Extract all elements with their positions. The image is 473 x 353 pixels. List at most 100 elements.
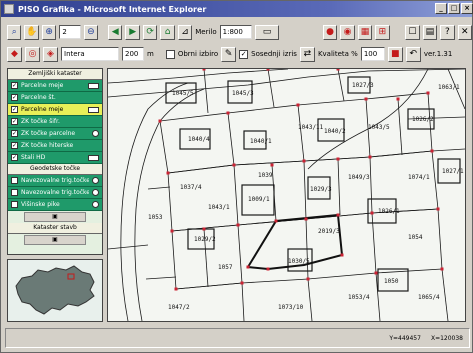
vertex-marker <box>226 111 230 115</box>
toolbar-row-1: ⌕ ✋ ⊕ 2 ⊖ ◀ ▶ ⟳ ⌂ ⊿ Merilo 1:800 ▭ ● ◉ ▦… <box>1 22 473 42</box>
select-icon[interactable]: ● <box>322 24 338 40</box>
layer-checkbox[interactable]: ✓ <box>11 106 18 113</box>
export-icon[interactable]: ⊞ <box>375 24 390 40</box>
vertex-marker <box>368 155 372 159</box>
app-icon <box>4 4 14 14</box>
close-button[interactable]: × <box>461 3 473 14</box>
layer-checkbox[interactable]: ✓ <box>11 154 18 161</box>
layer-label: Parcelne meje <box>21 106 64 113</box>
hand-pan-icon[interactable]: ✋ <box>24 24 39 40</box>
vertex-marker <box>306 277 310 281</box>
layer-target-icon[interactable]: ◎ <box>25 46 40 62</box>
point-checkbox[interactable] <box>11 189 18 196</box>
undo-icon[interactable]: ↶ <box>405 46 421 62</box>
radio-dot-icon[interactable] <box>92 189 99 196</box>
print-icon[interactable]: ▦ <box>357 24 373 40</box>
info-icon[interactable]: ◉ <box>340 24 355 40</box>
measure-icon[interactable]: ⊿ <box>177 24 193 40</box>
layer-checkbox[interactable]: ✓ <box>11 130 18 137</box>
browser-window: PISO Grafika - Microsoft Internet Explor… <box>0 0 473 353</box>
refresh-icon[interactable]: ⟳ <box>142 24 158 40</box>
help-icon[interactable]: ? <box>440 24 455 40</box>
point-checkbox[interactable] <box>11 177 18 184</box>
version-label: ver.1.31 <box>423 50 453 58</box>
refresh-layers-button[interactable]: ▣ <box>24 212 86 222</box>
quality-icon[interactable]: ⇄ <box>299 46 315 62</box>
layer-marker-icon[interactable]: ◈ <box>43 46 58 62</box>
layer-label: Stali HD <box>21 154 46 161</box>
zoom-level-select[interactable]: 2 <box>59 25 81 39</box>
draw-icon[interactable]: ✎ <box>221 46 237 62</box>
layer-checkbox[interactable]: ✓ <box>11 82 18 89</box>
panel-header-zk: Zemljiški kataster <box>8 69 102 80</box>
layer-checkbox[interactable]: ✓ <box>11 94 18 101</box>
layer-row[interactable]: ✓ Parcelne meje <box>8 80 102 92</box>
zoom-in-icon[interactable]: ⌕ <box>7 24 22 40</box>
layer-panel: Zemljiški kataster ✓ Parcelne meje ✓ Parcel… <box>7 68 103 255</box>
vertex-marker <box>270 163 274 167</box>
vertex-marker <box>364 97 368 101</box>
settings-icon[interactable]: ☐ <box>405 24 420 40</box>
point-checkbox[interactable] <box>11 201 18 208</box>
vertex-marker <box>396 97 400 101</box>
home-icon[interactable]: ⌂ <box>160 24 175 40</box>
window-title: PISO Grafika - Microsoft Internet Explor… <box>18 4 207 14</box>
layer-select[interactable]: Intera <box>61 47 119 61</box>
point-layer-row[interactable]: Višinske pike <box>8 199 102 211</box>
layer-swatch-icon <box>88 154 99 161</box>
country-outline <box>15 265 95 315</box>
vertex-marker <box>202 227 206 231</box>
apply-scale-button[interactable]: ▭ <box>255 24 279 40</box>
layer-checkbox[interactable]: ✓ <box>11 142 18 149</box>
vertex-marker <box>430 149 434 153</box>
parcel-number-label: 1063/1 <box>438 84 460 91</box>
layers-icon[interactable]: ▤ <box>422 24 438 40</box>
radio-dot-icon[interactable] <box>92 201 99 208</box>
zoom-out-icon[interactable]: ⊖ <box>83 24 99 40</box>
maximize-button[interactable]: □ <box>448 3 460 14</box>
layer-row[interactable]: ✓ Parcelne meje <box>8 104 102 116</box>
overview-map[interactable] <box>7 259 103 322</box>
title-bar: PISO Grafika - Microsoft Internet Explor… <box>1 1 473 17</box>
cadastral-map[interactable]: 1045/5 1045/3 1040/4 1040/1 1040/2 1009/1 1029… <box>107 68 466 322</box>
kvaliteta-select[interactable]: 100 <box>360 47 385 61</box>
parcel-number-label: 1040/4 <box>188 136 210 143</box>
parcel-number-label: 1027/3 <box>352 82 374 89</box>
layer-red-icon[interactable]: ◆ <box>7 46 22 62</box>
parcel-number-label: 1074/1 <box>408 174 430 181</box>
merilo-input[interactable]: 1:800 <box>219 25 253 39</box>
exit-icon[interactable]: ✕ <box>457 24 473 40</box>
layer-row[interactable]: ✓ ZK točke šifr. <box>8 116 102 128</box>
buildings-button[interactable]: ▣ <box>24 235 86 245</box>
parcel-number-label: 1045/3 <box>232 90 254 97</box>
layer-swatch-icon <box>88 82 99 89</box>
sosednji-izris-checkbox[interactable]: ✓ <box>239 49 249 59</box>
layer-row[interactable]: ✓ Stali HD <box>8 152 102 164</box>
vertex-marker <box>340 253 344 257</box>
layer-row[interactable]: ✓ Parcelne št. <box>8 92 102 104</box>
back-icon[interactable]: ◀ <box>107 24 123 40</box>
obrni-izbiro-checkbox[interactable] <box>165 49 175 59</box>
road-lines <box>108 69 465 321</box>
buildings <box>165 76 461 292</box>
layer-row[interactable]: ✓ ZK točke hiterske <box>8 140 102 152</box>
vertex-marker <box>240 281 244 285</box>
layer-row[interactable]: ✓ ZK točke parcelne <box>8 128 102 140</box>
parcel-number-label: 1040/2 <box>324 128 346 135</box>
point-layer-row[interactable]: Navezovalne trig.točke <box>8 187 102 199</box>
forward-icon[interactable]: ▶ <box>125 24 140 40</box>
vertex-marker <box>232 163 236 167</box>
panel-header-buildings: Kataster stavb <box>8 223 102 234</box>
vertex-marker <box>440 267 444 271</box>
parcel-lines <box>145 69 465 321</box>
minimize-button[interactable]: _ <box>435 3 447 14</box>
zoom-window-icon[interactable]: ⊕ <box>41 24 57 40</box>
radius-input[interactable]: 200 <box>122 47 144 61</box>
vertex-marker <box>374 271 378 275</box>
radio-dot-icon[interactable] <box>92 177 99 184</box>
stop-icon[interactable]: ■ <box>387 46 403 62</box>
parcel-number-label: 1029/3 <box>310 186 332 193</box>
point-layer-row[interactable]: Navezovalne trig.točke <box>8 175 102 187</box>
vertex-marker <box>436 207 440 211</box>
layer-checkbox[interactable]: ✓ <box>11 118 18 125</box>
